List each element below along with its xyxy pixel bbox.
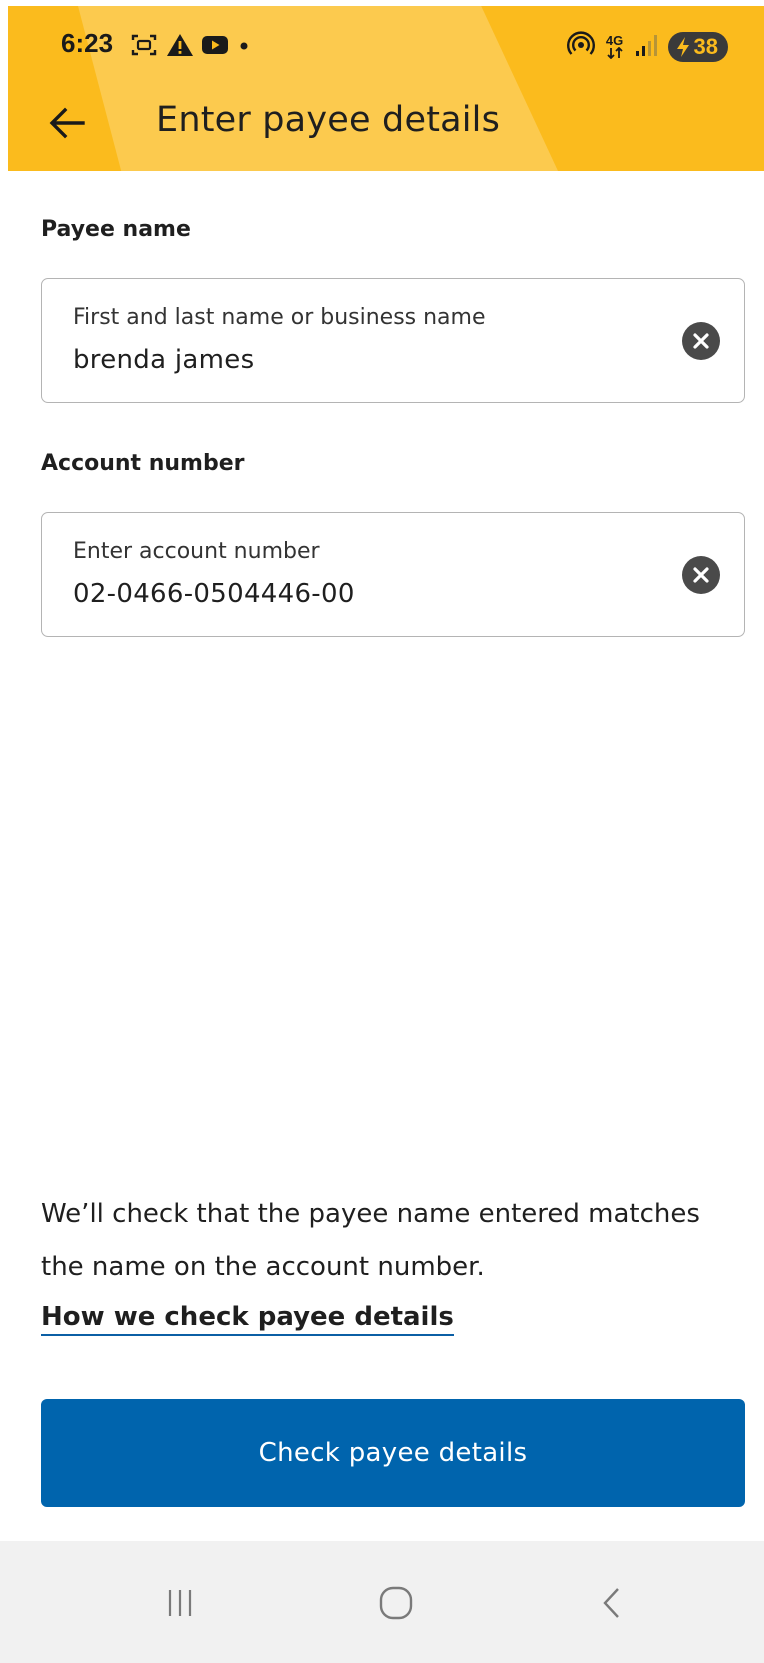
dot-icon	[238, 32, 250, 58]
home-button[interactable]	[366, 1581, 426, 1625]
payee-name-placeholder: First and last name or business name	[73, 305, 486, 330]
close-icon	[693, 333, 709, 349]
how-we-check-link[interactable]: How we check payee details	[41, 1302, 454, 1336]
recent-apps-button[interactable]	[150, 1581, 210, 1625]
battery-level: 38	[693, 34, 718, 59]
account-number-value[interactable]: 02-0466-0504446-00	[73, 579, 355, 609]
clear-payee-name-button[interactable]	[682, 322, 720, 360]
screenshot-icon	[130, 32, 158, 58]
app-bar: Enter payee details	[8, 88, 764, 158]
status-bar: 6:23 4G 38	[8, 6, 764, 76]
youtube-icon	[201, 32, 229, 58]
app-header: 6:23 4G 38 Enter payee details	[8, 6, 764, 171]
battery-indicator: 38	[667, 32, 728, 62]
recent-apps-icon	[168, 1590, 192, 1616]
system-nav-bar	[0, 1541, 764, 1663]
back-icon	[603, 1588, 619, 1618]
status-time: 6:23	[61, 28, 114, 58]
status-right: 4G 38	[566, 30, 728, 64]
account-number-field[interactable]: Enter account number 02-0466-0504446-00	[41, 512, 745, 637]
payee-name-value[interactable]: brenda james	[73, 345, 254, 375]
payee-name-label: Payee name	[41, 217, 191, 242]
close-icon	[693, 567, 709, 583]
clear-account-number-button[interactable]	[682, 556, 720, 594]
nav-back-button[interactable]	[582, 1581, 642, 1625]
home-icon	[379, 1586, 413, 1620]
page-title: Enter payee details	[156, 100, 501, 140]
battery-charging-icon	[676, 37, 689, 57]
data-arrows-icon	[606, 47, 623, 59]
payee-name-field[interactable]: First and last name or business name bre…	[41, 278, 745, 403]
network-indicator: 4G	[605, 33, 624, 59]
network-type: 4G	[605, 33, 624, 48]
hotspot-icon	[566, 30, 596, 64]
account-number-label: Account number	[41, 451, 245, 476]
arrow-left-icon	[49, 107, 85, 139]
signal-icon	[634, 33, 658, 61]
check-payee-details-button[interactable]: Check payee details	[41, 1399, 745, 1507]
back-button[interactable]	[44, 100, 90, 146]
info-text: We’ll check that the payee name entered …	[41, 1199, 700, 1282]
warning-icon	[166, 32, 194, 58]
account-number-placeholder: Enter account number	[73, 539, 320, 564]
